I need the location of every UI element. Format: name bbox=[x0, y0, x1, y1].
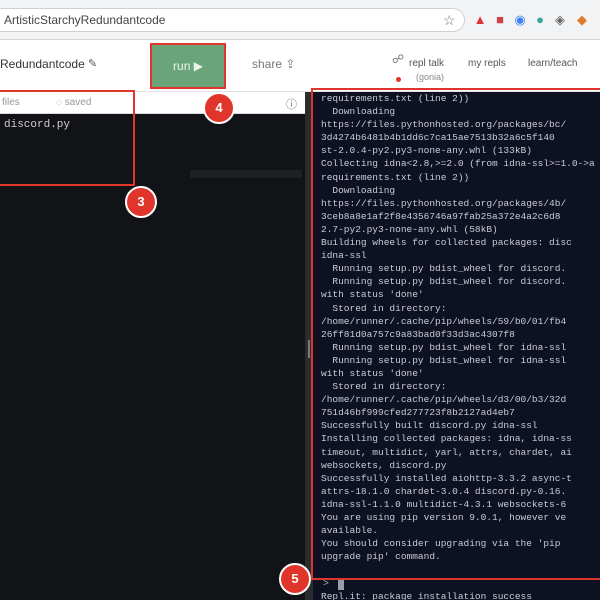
console-prompt: > bbox=[323, 579, 330, 590]
repl-name[interactable]: Redundantcode bbox=[0, 57, 85, 71]
extension-icon-6[interactable]: ◆ bbox=[574, 12, 590, 28]
url-text: ArtisticStarchyRedundantcode bbox=[4, 13, 166, 27]
nav-learn-teach[interactable]: learn/teach bbox=[528, 58, 577, 69]
drag-handle[interactable] bbox=[308, 340, 310, 358]
extension-icon-4[interactable]: ● bbox=[532, 12, 548, 28]
run-button[interactable]: run ▶ bbox=[150, 43, 226, 89]
nav-repl-talk[interactable]: repl talk bbox=[409, 58, 444, 69]
tab-files[interactable]: files bbox=[2, 97, 20, 108]
repl-header: Redundantcode ✎ run ▶ share ⇪ ☍ repl tal… bbox=[0, 40, 600, 92]
console-cursor[interactable] bbox=[338, 579, 344, 590]
share-button[interactable]: share ⇪ bbox=[252, 57, 295, 71]
files-tabbar: files ◌ saved ⓘ bbox=[0, 92, 305, 114]
annotation-badge-4: 4 bbox=[203, 92, 235, 124]
editor-line-highlight bbox=[190, 170, 302, 178]
file-item-discord-py[interactable]: discord.py bbox=[4, 119, 70, 131]
nav-repl-talk-sub: (gonia) bbox=[416, 72, 445, 82]
annotation-badge-5: 5 bbox=[279, 563, 311, 595]
extension-icon-3[interactable]: ◉ bbox=[512, 12, 528, 28]
files-panel: files ◌ saved ⓘ discord.py bbox=[0, 92, 305, 600]
tab-saved-label: saved bbox=[64, 97, 92, 108]
talk-icon: ☍ bbox=[392, 52, 405, 66]
console-log: requirements.txt (line 2)) Downloading h… bbox=[321, 93, 595, 600]
tab-saved[interactable]: ◌ saved bbox=[56, 97, 91, 108]
nav-my-repls[interactable]: my repls bbox=[468, 58, 506, 69]
pencil-icon[interactable]: ✎ bbox=[88, 57, 97, 70]
console-output[interactable]: requirements.txt (line 2)) Downloading h… bbox=[313, 92, 600, 600]
info-icon[interactable]: ⓘ bbox=[286, 96, 297, 112]
annotation-badge-3: 3 bbox=[125, 186, 157, 218]
extension-icon-5[interactable]: ◈ bbox=[552, 12, 568, 28]
notification-dot bbox=[396, 77, 401, 82]
extension-icon-1[interactable]: ▲ bbox=[472, 12, 488, 28]
browser-address-bar: ArtisticStarchyRedundantcode ☆ ▲ ■ ◉ ● ◈… bbox=[0, 0, 600, 40]
url-field[interactable]: ArtisticStarchyRedundantcode ☆ bbox=[0, 8, 465, 32]
star-icon[interactable]: ☆ bbox=[443, 12, 456, 29]
extension-icon-2[interactable]: ■ bbox=[492, 12, 508, 28]
